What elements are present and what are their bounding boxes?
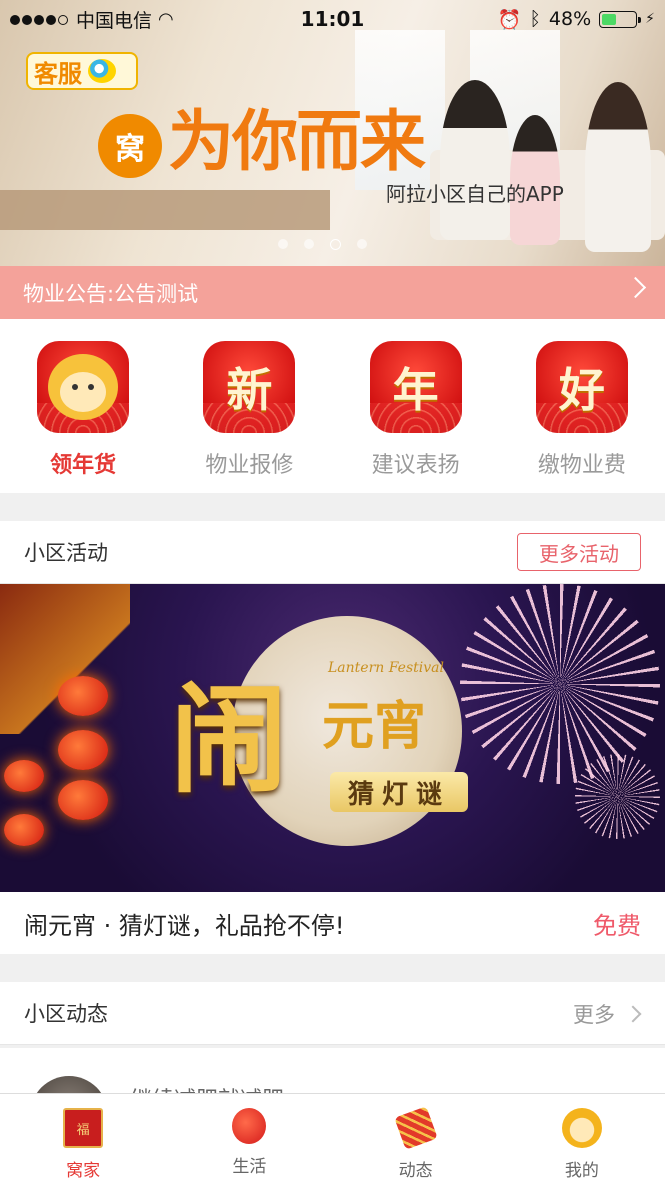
event-banner-image[interactable]: 闹 Lantern Festival 元宵 猜灯谜 [0, 584, 665, 892]
news-feed-item[interactable]: 继续减肥就减肥 [0, 1048, 665, 1098]
quick-action-label: 领年货 [50, 453, 117, 478]
more-news-label: 更多 [573, 1002, 615, 1027]
event-price: 免费 [593, 911, 641, 940]
monkey-face-icon [561, 1108, 602, 1148]
lantern [58, 676, 108, 716]
quick-action-repair[interactable]: 新 物业报修 [166, 319, 332, 493]
pager-dot[interactable] [330, 239, 341, 250]
quick-action-suggestion[interactable]: 年 建议表扬 [333, 319, 499, 493]
tab-feed[interactable]: 动态 [333, 1094, 499, 1182]
nian-icon: 年 [369, 341, 462, 433]
event-tagline: Lantern Festival [328, 660, 444, 676]
tab-label: 我的 [564, 1161, 599, 1181]
xin-icon: 新 [203, 341, 296, 433]
chevron-right-icon [624, 276, 647, 299]
more-activities-button[interactable]: 更多活动 [517, 533, 641, 571]
customer-service-label: 客服 [34, 59, 82, 88]
lantern [4, 814, 44, 846]
pavilion [0, 584, 130, 734]
firework [460, 584, 660, 784]
banner-slogan: 为你而来 [168, 102, 426, 180]
announcement-bar[interactable]: 物业公告:公告测试 [0, 266, 665, 319]
quick-action-new-year-goods[interactable]: 领年货 [0, 319, 166, 493]
pager-dot[interactable] [278, 239, 288, 249]
alarm-icon: ⏰ [497, 8, 522, 31]
event-title-sub: 元宵 [322, 696, 427, 757]
quick-actions-grid: 领年货 新 物业报修 年 建议表扬 好 缴物业费 [0, 319, 665, 493]
section-title: 小区活动 [24, 541, 108, 565]
app-logo-badge: 窝 [98, 114, 162, 178]
banner-table [0, 190, 330, 230]
lantern [4, 760, 44, 792]
banner-person [585, 82, 651, 252]
bluetooth-icon: ᛒ [529, 8, 541, 30]
charging-icon: ⚡ [645, 11, 655, 27]
monkey-icon [37, 341, 130, 433]
tab-home[interactable]: 福 窝家 [0, 1094, 166, 1182]
banner-person [440, 80, 510, 240]
chevron-right-icon [624, 1005, 642, 1022]
firework [575, 754, 660, 839]
event-caption-row[interactable]: 闹元宵 · 猜灯谜，礼品抢不停! 免费 [0, 892, 665, 954]
banner-sub-slogan: 阿拉小区自己的APP [386, 182, 564, 206]
lantern [58, 780, 108, 820]
fu-envelope-icon: 福 [63, 1108, 104, 1148]
snail-icon [88, 59, 116, 83]
event-caption: 闹元宵 · 猜灯谜，礼品抢不停! [24, 911, 345, 940]
lantern [58, 730, 108, 770]
quick-action-label: 建议表扬 [371, 453, 460, 478]
battery-percent: 48% [548, 8, 592, 30]
battery-icon [599, 10, 642, 28]
quick-action-label: 物业报修 [205, 453, 294, 478]
section-title: 小区动态 [24, 1002, 108, 1026]
tab-mine[interactable]: 我的 [499, 1094, 665, 1182]
quick-action-label: 缴物业费 [537, 453, 626, 478]
tab-label: 生活 [232, 1157, 267, 1177]
tab-label: 动态 [398, 1161, 433, 1181]
quick-action-pay-fee[interactable]: 好 缴物业费 [499, 319, 665, 493]
hao-icon: 好 [535, 341, 628, 433]
banner-pager [278, 239, 367, 250]
more-news-link[interactable]: 更多 [573, 982, 642, 1045]
status-bar: 中国电信 ◠ 11:01 ⏰ ᛒ 48% ⚡ [0, 0, 665, 38]
event-riddle-scroll: 猜灯谜 [330, 772, 468, 812]
announcement-text: 物业公告:公告测试 [23, 281, 199, 306]
firecracker-icon [393, 1106, 438, 1150]
lantern-icon [232, 1108, 267, 1144]
pager-dot[interactable] [304, 239, 314, 249]
bottom-tab-bar: 福 窝家 生活 动态 我的 [0, 1093, 665, 1182]
news-header: 小区动态 更多 [0, 982, 665, 1045]
tab-label: 窝家 [66, 1161, 101, 1181]
customer-service-button[interactable]: 客服 [26, 52, 138, 90]
tab-life[interactable]: 生活 [166, 1094, 332, 1182]
activities-header: 小区活动 更多活动 [0, 521, 665, 584]
event-title-glyph: 闹 [170, 670, 289, 809]
top-banner-carousel[interactable]: 客服 窝 为你而来 阿拉小区自己的APP [0, 0, 665, 266]
pager-dot[interactable] [357, 239, 367, 249]
